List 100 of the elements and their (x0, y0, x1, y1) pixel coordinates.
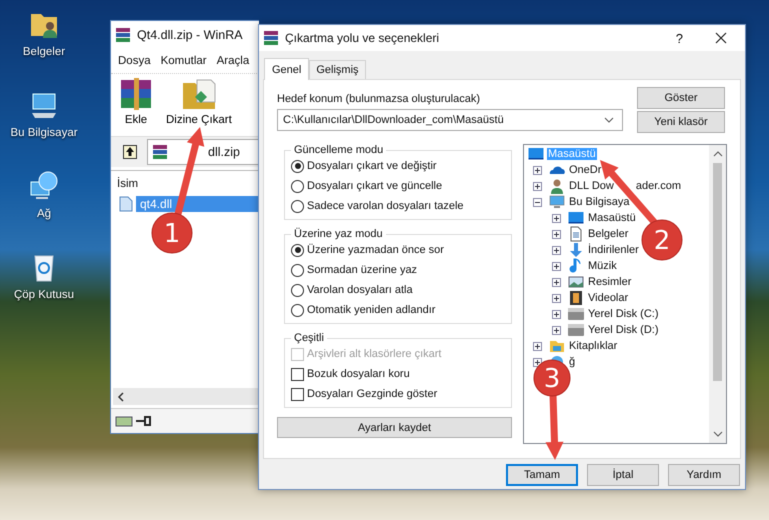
expand-toggle[interactable] (552, 246, 561, 254)
tree-item[interactable]: Belgeler (587, 228, 630, 240)
expand-toggle[interactable] (533, 358, 542, 366)
option-label[interactable]: Otomatik yeniden adlandır (307, 304, 436, 316)
toolbar-button[interactable]: Dizine Çıkart (163, 74, 235, 136)
desktop-icon (528, 146, 544, 162)
group-title: Üzerine yaz modu (293, 228, 384, 240)
radio-button[interactable] (291, 304, 304, 316)
dialog-button[interactable]: Yeni klasör (637, 111, 725, 133)
computer-icon (549, 194, 565, 210)
dialog-button[interactable]: İptal (587, 464, 659, 486)
library-icon (549, 338, 565, 354)
scroll-down-icon[interactable] (712, 431, 722, 437)
drive-icon (115, 415, 133, 427)
dialog-button[interactable]: Tamam (506, 464, 578, 486)
field-label: Hedef konum (bulunmazsa oluşturulacak) (277, 93, 481, 107)
option-label[interactable]: Dosyaları çıkart ve güncelle (307, 180, 442, 192)
tree-item[interactable]: Videolar (587, 292, 630, 304)
user-icon (549, 178, 565, 194)
scroll-left-icon[interactable] (117, 392, 125, 402)
desktop-icon-label[interactable]: Çöp Kutusu (14, 289, 74, 301)
tree-item[interactable]: OneDr (568, 164, 602, 176)
pointer-arrow (546, 394, 564, 460)
tree-item[interactable]: ader.com (634, 180, 682, 192)
step-badge (642, 220, 682, 260)
checkbox[interactable] (291, 368, 304, 380)
expand-toggle[interactable] (552, 278, 561, 286)
option-label[interactable]: Sormadan üzerine yaz (307, 264, 418, 276)
tab[interactable]: Genel (264, 58, 310, 80)
dialog-button[interactable]: Yardım (668, 464, 740, 486)
tree-item[interactable]: Bu Bilgisaya (568, 196, 631, 208)
menu-item[interactable]: Araçla (216, 55, 250, 67)
radio-button[interactable] (291, 244, 304, 256)
video-icon (568, 290, 584, 306)
checkbox[interactable] (291, 388, 304, 400)
vertical-scrollbar[interactable] (709, 145, 726, 443)
desktop-icon-label[interactable]: Belgeler (22, 46, 66, 58)
option-label[interactable]: Bozuk dosyaları koru (307, 368, 410, 380)
radio-button[interactable] (291, 264, 304, 276)
menu-item[interactable]: Dosya (118, 55, 151, 67)
dropdown-chevron-icon[interactable] (604, 117, 614, 123)
archive-books-icon (115, 27, 131, 43)
tree-item[interactable]: Yerel Disk (C:) (587, 308, 660, 320)
radio-button[interactable] (291, 284, 304, 296)
document-icon (568, 226, 584, 242)
expand-toggle[interactable] (552, 326, 561, 334)
save-settings-button[interactable]: Ayarları kaydet (277, 417, 512, 438)
destination-combobox[interactable]: C:\Kullanıcılar\DllDownloader_com\Masaüstü (277, 109, 623, 131)
step-badge (152, 212, 192, 254)
expand-toggle[interactable] (552, 230, 561, 238)
group-title: Güncelleme modu (293, 144, 384, 156)
desktop-icon-label[interactable]: Ağ (36, 208, 52, 220)
tree-item[interactable]: Yerel Disk (D:) (587, 324, 660, 336)
tree-item[interactable]: Resimler (587, 276, 632, 288)
tree-item[interactable]: DLL Dow (568, 180, 615, 192)
expand-toggle[interactable] (552, 310, 561, 318)
radio-button[interactable] (291, 180, 304, 192)
download-icon (568, 242, 584, 258)
option-label[interactable]: Dosyaları çıkart ve değiştir (307, 160, 437, 172)
column-header[interactable]: İsim (111, 171, 259, 196)
expand-toggle[interactable] (533, 342, 542, 350)
menu-item[interactable]: Komutlar (160, 55, 207, 67)
radio-button[interactable] (291, 200, 304, 212)
expand-toggle[interactable] (552, 294, 561, 302)
network-globe-icon[interactable] (28, 170, 60, 202)
expand-toggle[interactable] (552, 214, 561, 222)
file-icon (119, 196, 133, 212)
horizontal-scrollbar[interactable] (113, 388, 259, 405)
tree-item[interactable]: Kitaplıklar (568, 340, 618, 352)
expand-toggle[interactable] (533, 182, 542, 190)
up-arrow-icon[interactable] (123, 145, 137, 159)
option-label[interactable]: Varolan dosyaları atla (307, 284, 413, 296)
option-label[interactable]: Dosyaları Gezginde göster (307, 388, 438, 400)
tree-item[interactable]: İndirilenler (587, 244, 640, 256)
radio-button[interactable] (291, 160, 304, 172)
scroll-up-icon[interactable] (712, 151, 722, 157)
scroll-thumb[interactable] (713, 163, 722, 381)
expand-toggle[interactable] (533, 198, 542, 206)
expand-toggle[interactable] (533, 166, 542, 174)
tab[interactable]: Gelişmiş (309, 60, 366, 79)
address-field[interactable]: dll.zip (147, 139, 259, 165)
archive-books-icon (263, 30, 279, 46)
step-number: 2 (654, 226, 670, 256)
expand-toggle[interactable] (552, 262, 561, 270)
tree-item[interactable]: Müzik (587, 260, 618, 272)
dialog-title: Çıkartma yolu ve seçenekleri (285, 31, 440, 45)
dialog-button[interactable]: Göster (637, 87, 725, 109)
step-number: 1 (164, 219, 180, 249)
option-label[interactable]: Üzerine yazmadan önce sor (307, 244, 444, 256)
desktop-icon (568, 210, 584, 226)
option-label[interactable]: Sadece varolan dosyaları tazele (307, 200, 464, 212)
step-number: 3 (544, 364, 560, 394)
help-button[interactable]: ? (676, 30, 683, 46)
desktop-icon-label[interactable]: Bu Bilgisayar (10, 127, 78, 139)
picture-icon (568, 274, 584, 290)
tree-item[interactable]: Masaüstü (587, 212, 637, 224)
tree-item[interactable]: ğ (568, 356, 576, 368)
toolbar-button[interactable]: Ekle (115, 74, 157, 136)
step-badge (534, 360, 570, 396)
close-icon[interactable] (715, 32, 727, 44)
